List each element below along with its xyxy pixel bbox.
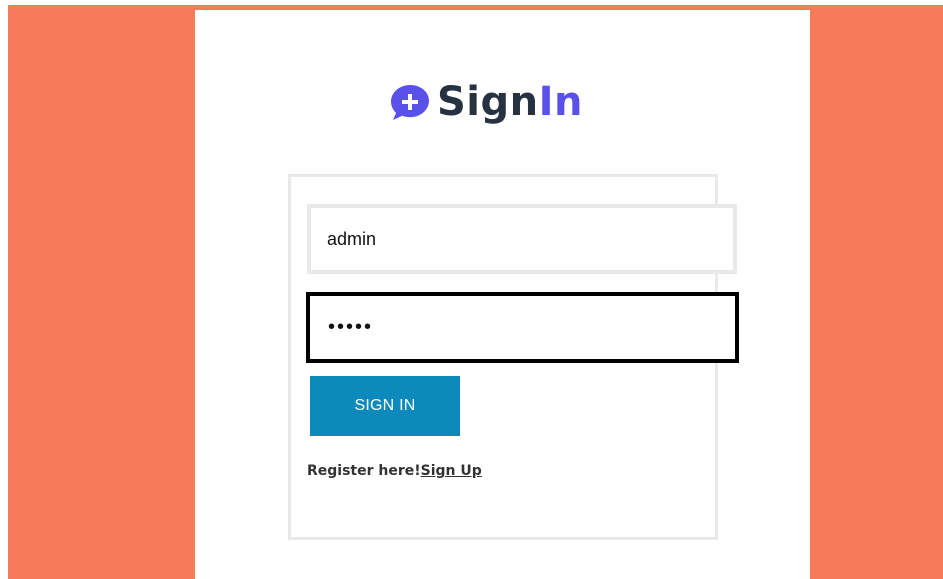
password-field[interactable] (306, 292, 739, 363)
title-sign-text: Sign (437, 79, 539, 125)
signin-button[interactable]: SIGN IN (310, 376, 460, 436)
username-field[interactable] (307, 204, 737, 274)
signin-title: SignIn (437, 82, 583, 122)
title-in-text: In (538, 79, 583, 125)
register-prompt: Register here!Sign Up (307, 463, 482, 479)
chat-plus-icon (388, 81, 431, 123)
signup-link[interactable]: Sign Up (421, 463, 482, 479)
register-text: Register here! (307, 463, 421, 479)
signin-logo: SignIn (388, 76, 628, 128)
